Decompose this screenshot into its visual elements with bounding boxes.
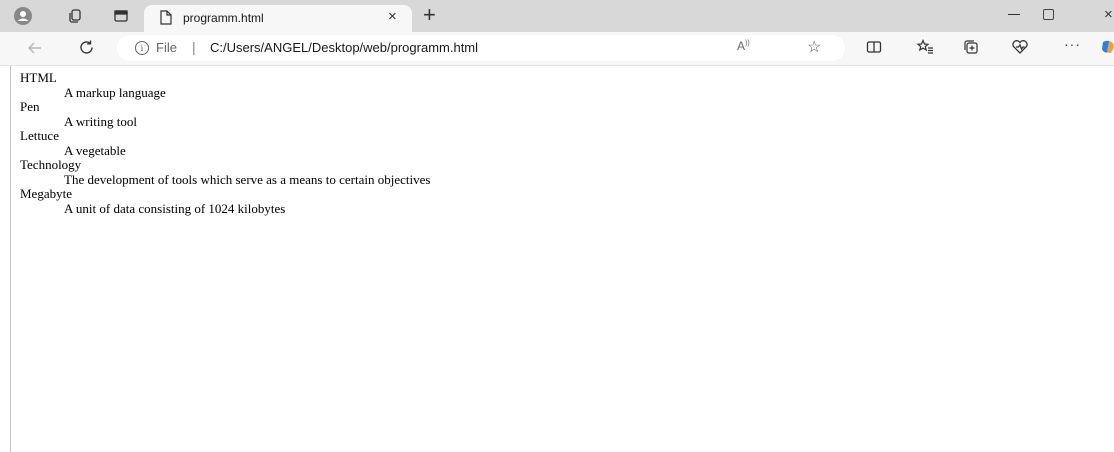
split-screen-icon[interactable] (866, 39, 882, 60)
definition-technology: The development of tools which serve as … (64, 171, 431, 187)
favorite-star-icon[interactable]: ☆ (807, 37, 821, 57)
workspaces-icon[interactable] (64, 0, 86, 32)
profile-icon[interactable] (11, 0, 35, 32)
copilot-icon[interactable] (1100, 39, 1114, 55)
url-scheme-label: File (156, 40, 177, 55)
maximize-button[interactable] (1043, 9, 1054, 20)
tab-close-button[interactable]: × (388, 8, 397, 26)
performance-icon[interactable] (1011, 39, 1029, 60)
term-html: HTML (20, 70, 57, 85)
term-pen: Pen (20, 99, 40, 114)
tab-actions-icon[interactable] (110, 0, 132, 32)
info-icon[interactable]: i (135, 41, 149, 55)
collections-icon[interactable] (963, 39, 979, 60)
term-megabyte: Megabyte (20, 186, 72, 201)
close-window-button[interactable]: × (1104, 6, 1113, 23)
tab-title: programm.html (183, 11, 264, 25)
definition-list: HTML A markup language Pen A writing too… (11, 66, 1114, 216)
tab-bar: programm.html × + × (0, 0, 1114, 32)
browser-window: programm.html × + × i File | C:/Users/AN… (0, 0, 1114, 452)
new-tab-button[interactable]: + (423, 3, 436, 27)
minimize-button[interactable] (1008, 14, 1020, 15)
read-aloud-icon[interactable]: A)) (737, 39, 750, 53)
url-text[interactable]: C:/Users/ANGEL/Desktop/web/programm.html (210, 40, 478, 55)
definition-lettuce: A vegetable (64, 142, 126, 158)
definition-megabyte: A unit of data consisting of 1024 kiloby… (64, 200, 286, 216)
active-tab[interactable]: programm.html × (144, 5, 412, 32)
definition-pen: A writing tool (64, 113, 137, 129)
read-aloud-label: A (737, 39, 746, 53)
page-content: HTML A markup language Pen A writing too… (10, 66, 1114, 452)
address-bar[interactable]: i File | C:/Users/ANGEL/Desktop/web/prog… (117, 35, 845, 61)
term-lettuce: Lettuce (20, 128, 59, 143)
url-separator: | (192, 39, 196, 55)
term-technology: Technology (20, 157, 82, 172)
refresh-icon[interactable] (78, 39, 95, 61)
more-icon[interactable]: ··· (1064, 36, 1081, 52)
navigation-toolbar: i File | C:/Users/ANGEL/Desktop/web/prog… (0, 32, 1114, 66)
definition-html: A markup language (64, 84, 166, 100)
page-icon (160, 10, 172, 30)
favorites-icon[interactable] (916, 38, 934, 60)
back-icon[interactable] (27, 40, 43, 61)
